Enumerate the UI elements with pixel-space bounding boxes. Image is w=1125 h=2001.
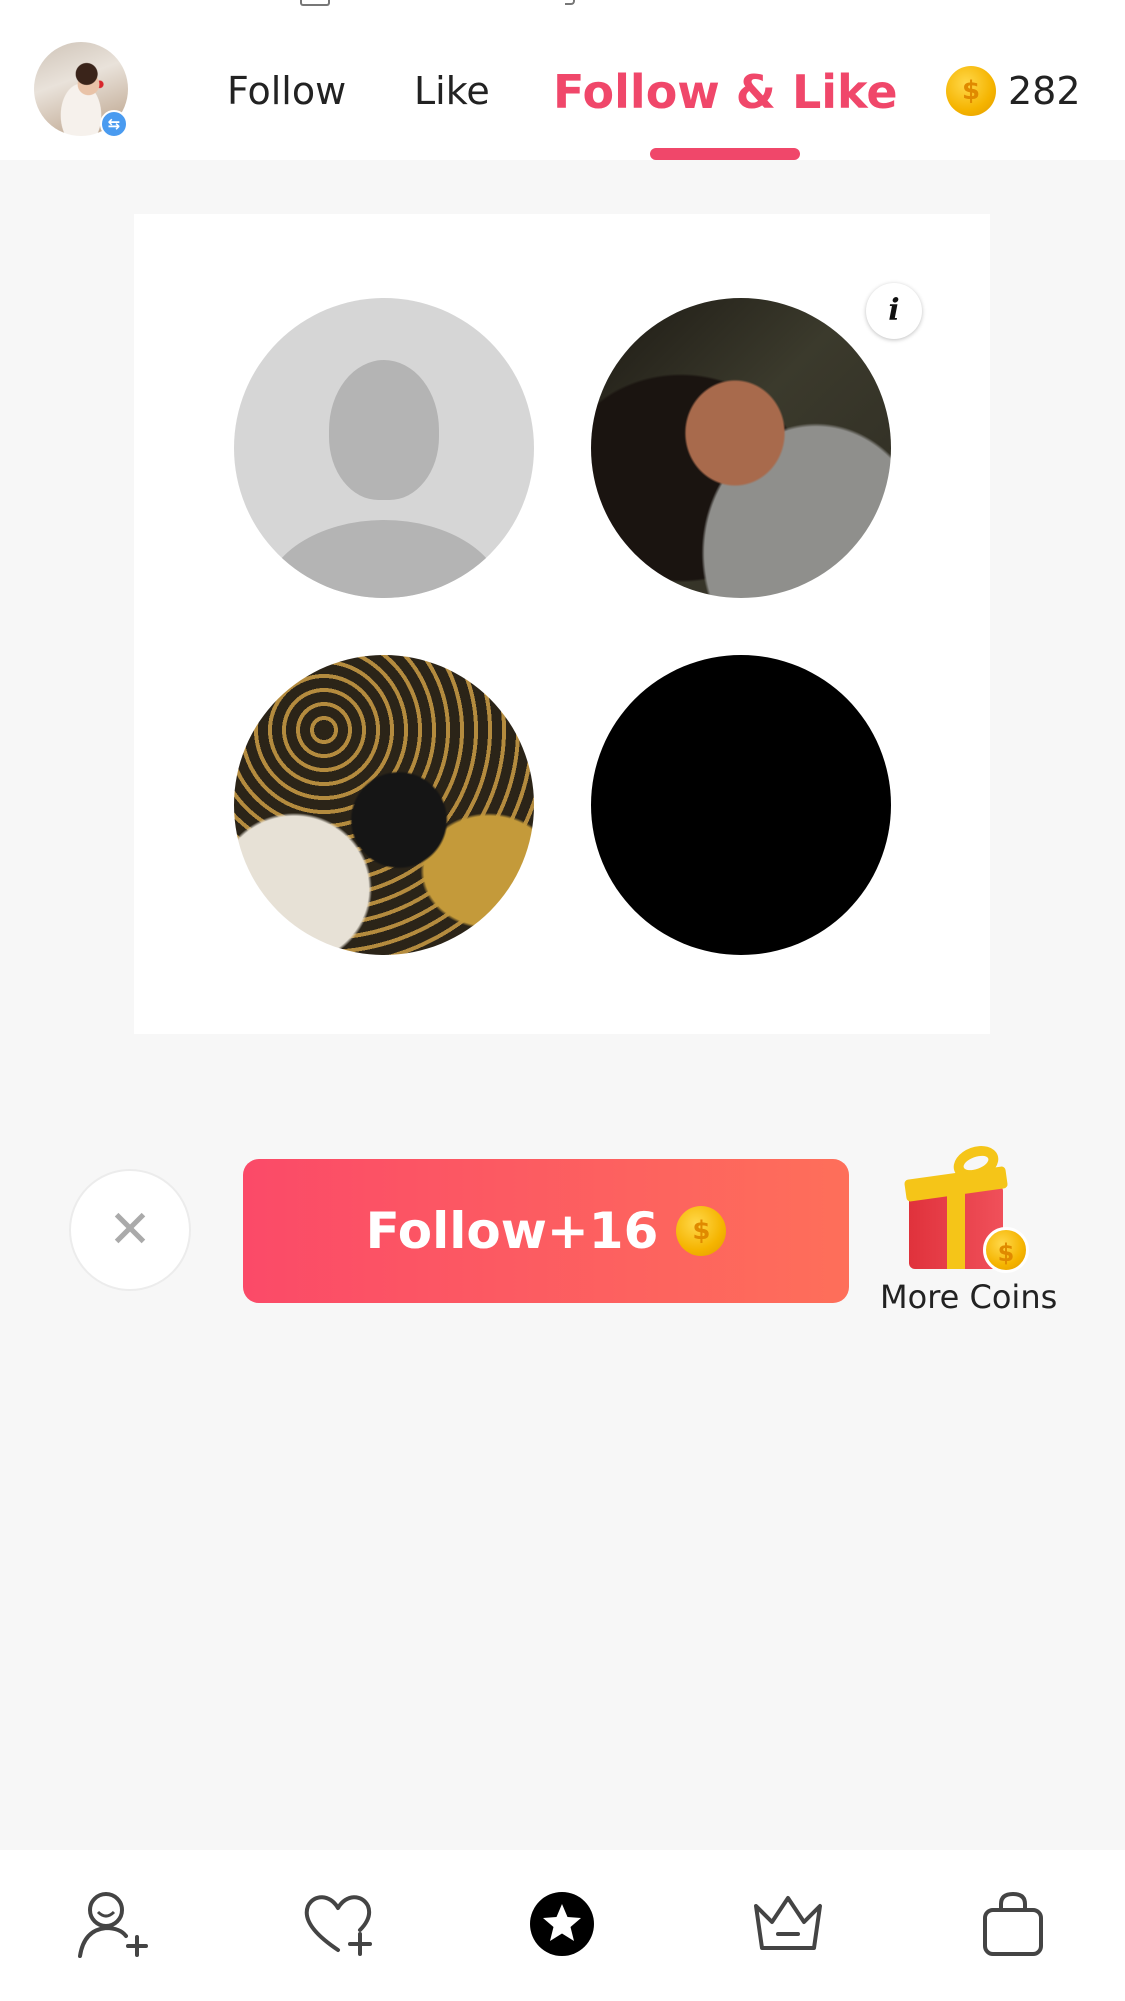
shopping-bag-icon[interactable] <box>973 1884 1053 1964</box>
coin-icon: $ <box>676 1206 727 1256</box>
coin-icon: $ <box>983 1227 1029 1273</box>
follow-button-label: Follow+16 <box>365 1202 659 1260</box>
target-avatar-black <box>591 655 891 955</box>
more-coins-label[interactable]: More Coins <box>880 1276 1057 1318</box>
heart-plus-icon[interactable] <box>298 1884 378 1964</box>
target-card <box>134 214 990 1034</box>
target-avatar-default <box>234 298 534 598</box>
gift-ribbon <box>947 1185 965 1269</box>
top-bar: ⇆ Follow Like Follow & Like $ 282 <box>0 0 1125 160</box>
active-tab-indicator <box>650 148 800 160</box>
bottom-nav <box>0 1850 1125 2001</box>
silhouette-head <box>329 360 439 500</box>
tab-like[interactable]: Like <box>414 66 490 116</box>
follow-button[interactable]: Follow+16 $ <box>243 1159 849 1303</box>
star-icon[interactable] <box>522 1884 602 1964</box>
add-user-icon[interactable] <box>72 1884 152 1964</box>
tab-follow[interactable]: Follow <box>227 66 346 116</box>
status-bar-fragment <box>565 0 575 5</box>
coin-balance: 282 <box>1008 69 1081 113</box>
info-icon[interactable]: i <box>866 283 922 339</box>
coin-icon: $ <box>946 66 996 116</box>
target-avatar-photo <box>591 298 891 598</box>
tab-follow-and-like[interactable]: Follow & Like <box>553 64 898 120</box>
target-avatar-photo <box>234 655 534 955</box>
status-bar-fragment <box>300 0 330 6</box>
silhouette-body <box>264 520 504 598</box>
switch-account-icon[interactable]: ⇆ <box>100 110 128 138</box>
crown-icon[interactable] <box>748 1884 828 1964</box>
skip-button[interactable]: ✕ <box>69 1169 191 1291</box>
gift-icon[interactable]: $ <box>903 1140 1029 1273</box>
